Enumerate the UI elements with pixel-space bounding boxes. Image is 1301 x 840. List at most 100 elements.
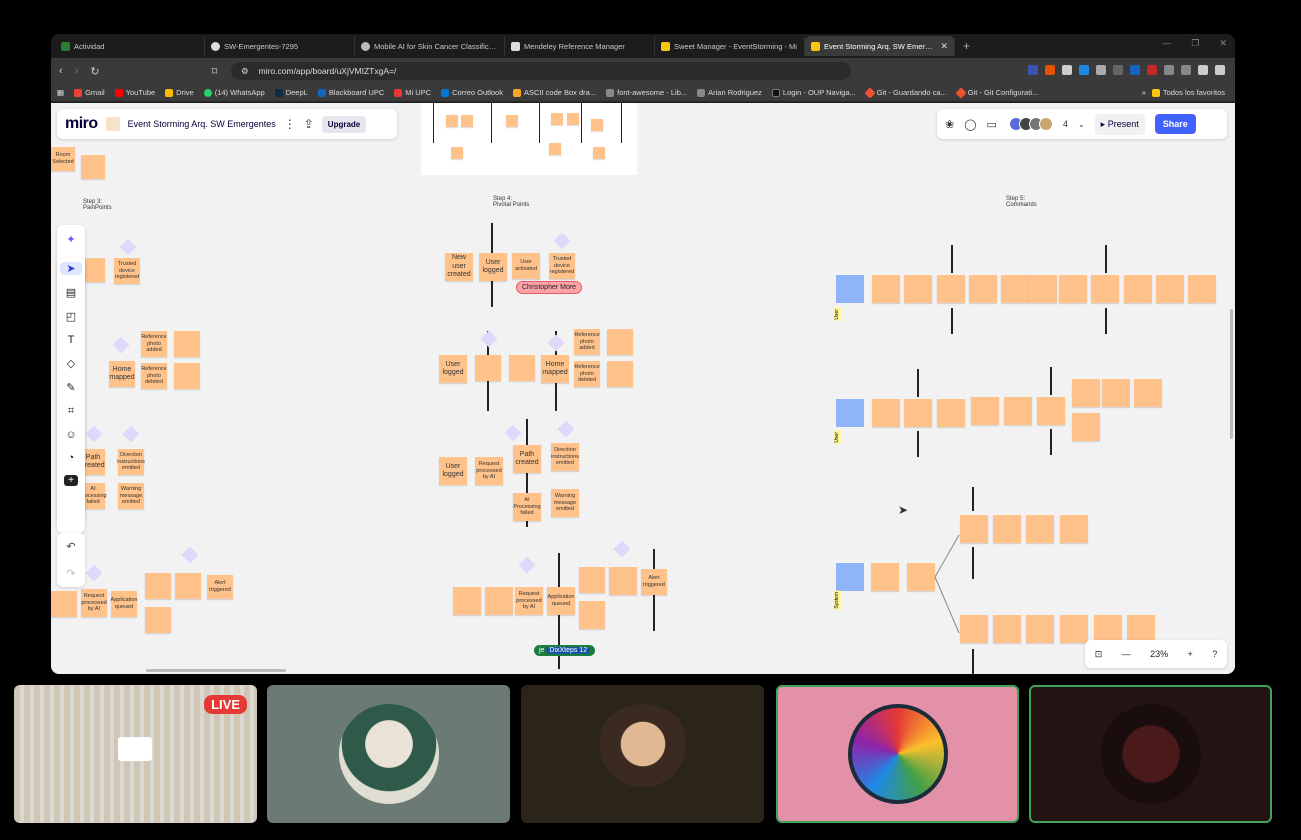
sticky-note[interactable]: AI Processing failed: [513, 493, 541, 521]
sticky-note[interactable]: [993, 515, 1021, 543]
policy-diamond[interactable]: [613, 540, 631, 558]
sticky-note[interactable]: [937, 399, 965, 427]
policy-diamond[interactable]: [518, 556, 536, 574]
sticky-note[interactable]: [1156, 275, 1184, 303]
sticky-note[interactable]: Alert triggered: [207, 575, 233, 599]
new-tab-button[interactable]: +: [963, 39, 970, 53]
sticky-note[interactable]: [872, 275, 900, 303]
sticky-note[interactable]: [174, 331, 200, 357]
sticky-note[interactable]: Trusted device registered: [114, 258, 140, 284]
text-icon[interactable]: T: [68, 334, 75, 346]
participant-tile-active[interactable]: [776, 685, 1019, 823]
sticky-note[interactable]: New user created: [445, 253, 473, 281]
sticky-note[interactable]: [1026, 615, 1054, 643]
sticky-note[interactable]: Trusted device registered: [549, 253, 575, 279]
zoom-out-icon[interactable]: —: [1122, 649, 1131, 659]
bookmark-drive[interactable]: Drive: [165, 88, 194, 97]
extension-icon[interactable]: [1164, 65, 1174, 75]
sticky-note[interactable]: [609, 567, 637, 595]
more-bookmarks-icon[interactable]: »: [1142, 88, 1146, 97]
sticky-note[interactable]: [145, 573, 171, 599]
bookmark-git-2[interactable]: Git - Git Configurati...: [955, 86, 1038, 99]
sticky-note[interactable]: Home mapped: [541, 355, 569, 383]
sticker-icon[interactable]: ☺: [65, 429, 76, 441]
shapes-icon[interactable]: ◇: [67, 357, 75, 370]
participant-tile[interactable]: [267, 685, 510, 823]
sticky-note[interactable]: [971, 397, 999, 425]
sticky-note[interactable]: [1124, 275, 1152, 303]
sticky-note[interactable]: Room Selected: [51, 147, 75, 171]
upgrade-button[interactable]: Upgrade: [321, 115, 367, 133]
extension-icon[interactable]: [1096, 65, 1106, 75]
sticky-note[interactable]: [1060, 615, 1088, 643]
sticky-note[interactable]: [969, 275, 997, 303]
vertical-scrollbar[interactable]: [1230, 309, 1233, 439]
sticky-note[interactable]: Home mapped: [109, 361, 135, 387]
policy-diamond[interactable]: [112, 336, 130, 354]
sticky-note[interactable]: User activated: [512, 253, 540, 279]
policy-diamond[interactable]: [480, 330, 498, 348]
present-button[interactable]: ▸ Present: [1094, 113, 1145, 135]
frame-icon[interactable]: ⌗: [68, 405, 74, 418]
sticky-note[interactable]: [607, 361, 633, 387]
miro-logo[interactable]: miro: [65, 115, 98, 133]
menu-icon[interactable]: [1215, 65, 1225, 75]
sticky-note[interactable]: [1072, 413, 1100, 441]
fit-screen-icon[interactable]: ⊡: [1095, 649, 1103, 660]
sticky-note[interactable]: [579, 567, 605, 593]
sticky-note[interactable]: [145, 607, 171, 633]
help-icon[interactable]: ?: [1212, 649, 1217, 659]
policy-diamond[interactable]: [547, 334, 565, 352]
sticky-note[interactable]: [904, 399, 932, 427]
sticky-note[interactable]: Application queued: [111, 591, 137, 617]
sticky-note[interactable]: [1059, 275, 1087, 303]
sticky-note[interactable]: [1037, 397, 1065, 425]
undo-icon[interactable]: ↶: [66, 540, 75, 553]
sticky-note[interactable]: [81, 155, 105, 179]
sticky-note[interactable]: Warning message emitted: [118, 483, 144, 509]
sticky-note[interactable]: Direction instructions emitted: [551, 443, 579, 471]
sticky-note[interactable]: [960, 515, 988, 543]
miro-canvas[interactable]: Step 3: PainPoints Step 4: Pivotal Point…: [51, 103, 1235, 674]
sticky-note[interactable]: Reference photo added: [574, 329, 600, 355]
policy-diamond[interactable]: [85, 564, 103, 582]
user-count[interactable]: 4: [1063, 119, 1068, 129]
bookmark-oup[interactable]: Login - OUP Naviga...: [771, 88, 856, 97]
add-more-icon[interactable]: +: [64, 475, 78, 486]
sticky-note[interactable]: [1134, 379, 1162, 407]
sticky-note[interactable]: [485, 587, 513, 615]
reload-icon[interactable]: ↻: [90, 65, 99, 78]
bookmark-blackboard[interactable]: Blackboard UPC: [317, 88, 384, 97]
sticky-note[interactable]: [1094, 615, 1122, 643]
bookmark-whatsapp[interactable]: (14) WhatsApp: [203, 88, 265, 97]
extension-icon[interactable]: [1045, 65, 1055, 75]
policy-diamond[interactable]: [181, 546, 199, 564]
sticky-note[interactable]: User logged: [439, 457, 467, 485]
extension-icon[interactable]: [1062, 65, 1072, 75]
bookmark-outlook[interactable]: Correo Outlook: [441, 88, 503, 97]
policy-diamond[interactable]: [504, 424, 522, 442]
tab-sweet-manager[interactable]: Sweet Manager - EventStorming - Mi: [655, 36, 805, 56]
bookmark-ascii[interactable]: ASCII code Box dra...: [512, 88, 596, 97]
pen-icon[interactable]: ✎: [66, 381, 75, 394]
bookmark-font-awesome[interactable]: font-awesome - Lib...: [606, 88, 687, 97]
sticky-note[interactable]: Path created: [513, 445, 541, 473]
sticky-note[interactable]: [174, 363, 200, 389]
url-field[interactable]: ⚙ miro.com/app/board/uXjVMIZTxgA=/: [231, 62, 851, 80]
policy-diamond[interactable]: [557, 420, 575, 438]
sticky-note[interactable]: [1004, 397, 1032, 425]
extension-icon[interactable]: [1130, 65, 1140, 75]
extension-icon[interactable]: [1181, 65, 1191, 75]
site-info-icon[interactable]: ⚙: [241, 66, 249, 77]
sticky-note[interactable]: Reference photo deleted: [574, 361, 600, 387]
bookmark-deepl[interactable]: DeepL: [274, 88, 308, 97]
reactions-icon[interactable]: ❀: [945, 118, 954, 131]
policy-diamond[interactable]: [122, 425, 140, 443]
redo-icon[interactable]: ↷: [66, 567, 75, 580]
actor-card[interactable]: [836, 275, 864, 303]
minimize-icon[interactable]: —: [1162, 38, 1171, 49]
sticky-note[interactable]: [937, 275, 965, 303]
bookmark-youtube[interactable]: YouTube: [114, 88, 155, 97]
sticky-note-icon[interactable]: ◰: [66, 310, 76, 323]
tab-actividad[interactable]: Actividad: [55, 36, 205, 56]
